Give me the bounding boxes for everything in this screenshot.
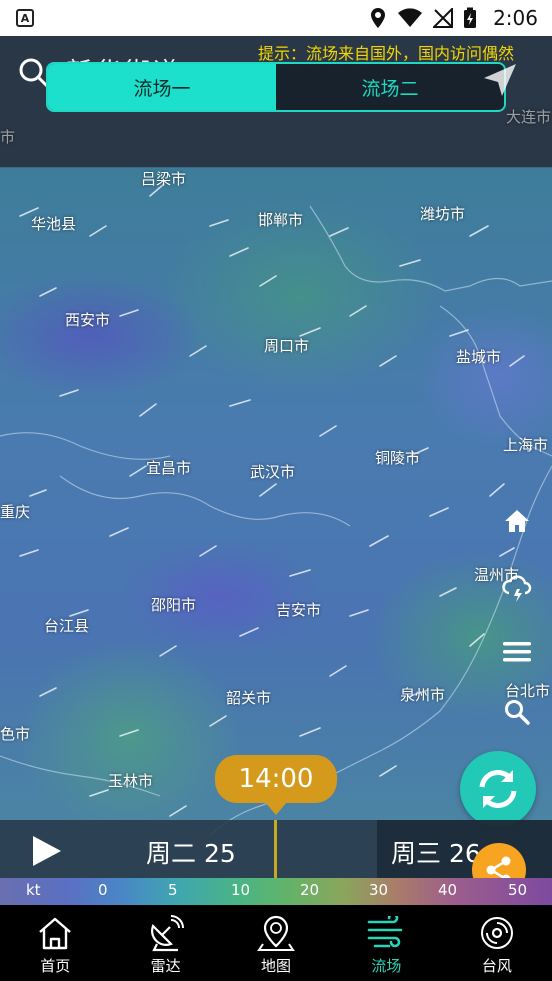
city-label: 吕梁市 <box>141 170 187 188</box>
timeline-day-next[interactable]: 周三 26 <box>391 834 481 870</box>
city-label: 周口市 <box>264 337 310 355</box>
city-label: 玉林市 <box>108 772 154 790</box>
wifi-icon <box>398 8 423 27</box>
zoom-search-button[interactable] <box>498 693 536 731</box>
search-icon <box>505 700 530 725</box>
legend-tick: 40 <box>438 881 458 899</box>
status-time: 2:06 <box>493 6 538 30</box>
city-label: 武汉市 <box>250 463 296 481</box>
nav-label: 地图 <box>261 957 292 975</box>
location-icon <box>371 8 386 28</box>
city-label: 吉安市 <box>276 601 322 619</box>
nav-item-map[interactable]: 地图 <box>221 905 331 981</box>
flow-source-switch: 流场一 流场二 <box>46 62 506 112</box>
city-label: 上海市 <box>503 436 549 454</box>
nav-item-typhoon[interactable]: 台风 <box>442 905 552 981</box>
timeline-day-current[interactable]: 周二 25 <box>146 834 236 870</box>
legend-tick: 30 <box>369 881 389 899</box>
city-label: 铜陵市 <box>375 449 421 467</box>
menu-icon <box>503 642 531 662</box>
legend-unit: kt <box>26 881 41 899</box>
nav-label: 流场 <box>371 957 402 975</box>
city-label: 重庆 <box>0 503 31 521</box>
tab-flow-one[interactable]: 流场一 <box>48 64 276 110</box>
radar-icon <box>150 915 184 952</box>
city-label: 邵阳市 <box>151 596 197 614</box>
hint-marquee: 提示：流场来自国外，国内访问偶然 <box>258 44 515 63</box>
battery-charging-icon <box>464 7 477 28</box>
nav-label: 首页 <box>40 957 71 975</box>
app-notification-icon: A <box>16 9 34 27</box>
legend-tick: 20 <box>300 881 320 899</box>
locate-arrow-icon[interactable] <box>480 60 520 100</box>
signal-off-icon <box>433 8 454 28</box>
timeline-cursor[interactable] <box>274 820 277 878</box>
city-label: 华池县 <box>31 215 77 233</box>
city-label: 台江县 <box>44 617 90 635</box>
nav-item-wind-flow[interactable]: 流场 <box>331 905 441 981</box>
home-icon <box>39 917 71 950</box>
city-label: 邯郸市 <box>258 211 304 229</box>
city-label: 色市 <box>0 725 31 743</box>
wind-speed-legend: kt 0 5 10 20 30 40 50 <box>0 878 552 905</box>
nav-item-home[interactable]: 首页 <box>0 905 110 981</box>
status-bar: A 2:06 <box>0 0 552 36</box>
city-label: 盐城市 <box>456 348 502 366</box>
tab-flow-two[interactable]: 流场二 <box>276 64 504 110</box>
city-label: 潍坊市 <box>420 205 466 223</box>
play-icon[interactable] <box>30 834 64 868</box>
legend-tick: 0 <box>98 881 108 899</box>
nav-label: 台风 <box>481 957 512 975</box>
map-pin-icon <box>257 915 295 951</box>
legend-tick: 50 <box>508 881 528 899</box>
city-label: 西安市 <box>65 311 111 329</box>
legend-tick: 10 <box>231 881 251 899</box>
current-time-tooltip: 14:00 <box>215 755 337 815</box>
weather-alert-button[interactable] <box>498 570 536 608</box>
bottom-navigation: 首页 雷达 地图 流场 台风 <box>0 905 552 981</box>
home-tool-button[interactable] <box>498 502 536 540</box>
refresh-button[interactable] <box>460 751 536 827</box>
menu-button[interactable] <box>498 633 536 671</box>
refresh-icon <box>479 770 517 808</box>
legend-tick: 5 <box>168 881 178 899</box>
nav-item-radar[interactable]: 雷达 <box>110 905 220 981</box>
city-label: 大连市 <box>506 108 552 126</box>
typhoon-icon <box>480 917 513 949</box>
city-label: 韶关市 <box>226 689 272 707</box>
nav-label: 雷达 <box>150 957 181 975</box>
wind-icon <box>368 916 403 948</box>
home-icon <box>505 510 529 532</box>
city-label: 泉州市 <box>400 686 446 704</box>
city-label: 市 <box>0 128 16 146</box>
city-label: 宜昌市 <box>146 459 192 477</box>
timeline-bar[interactable]: 周二 25 周三 26 <box>0 820 552 878</box>
thunder-cloud-icon <box>502 575 532 602</box>
